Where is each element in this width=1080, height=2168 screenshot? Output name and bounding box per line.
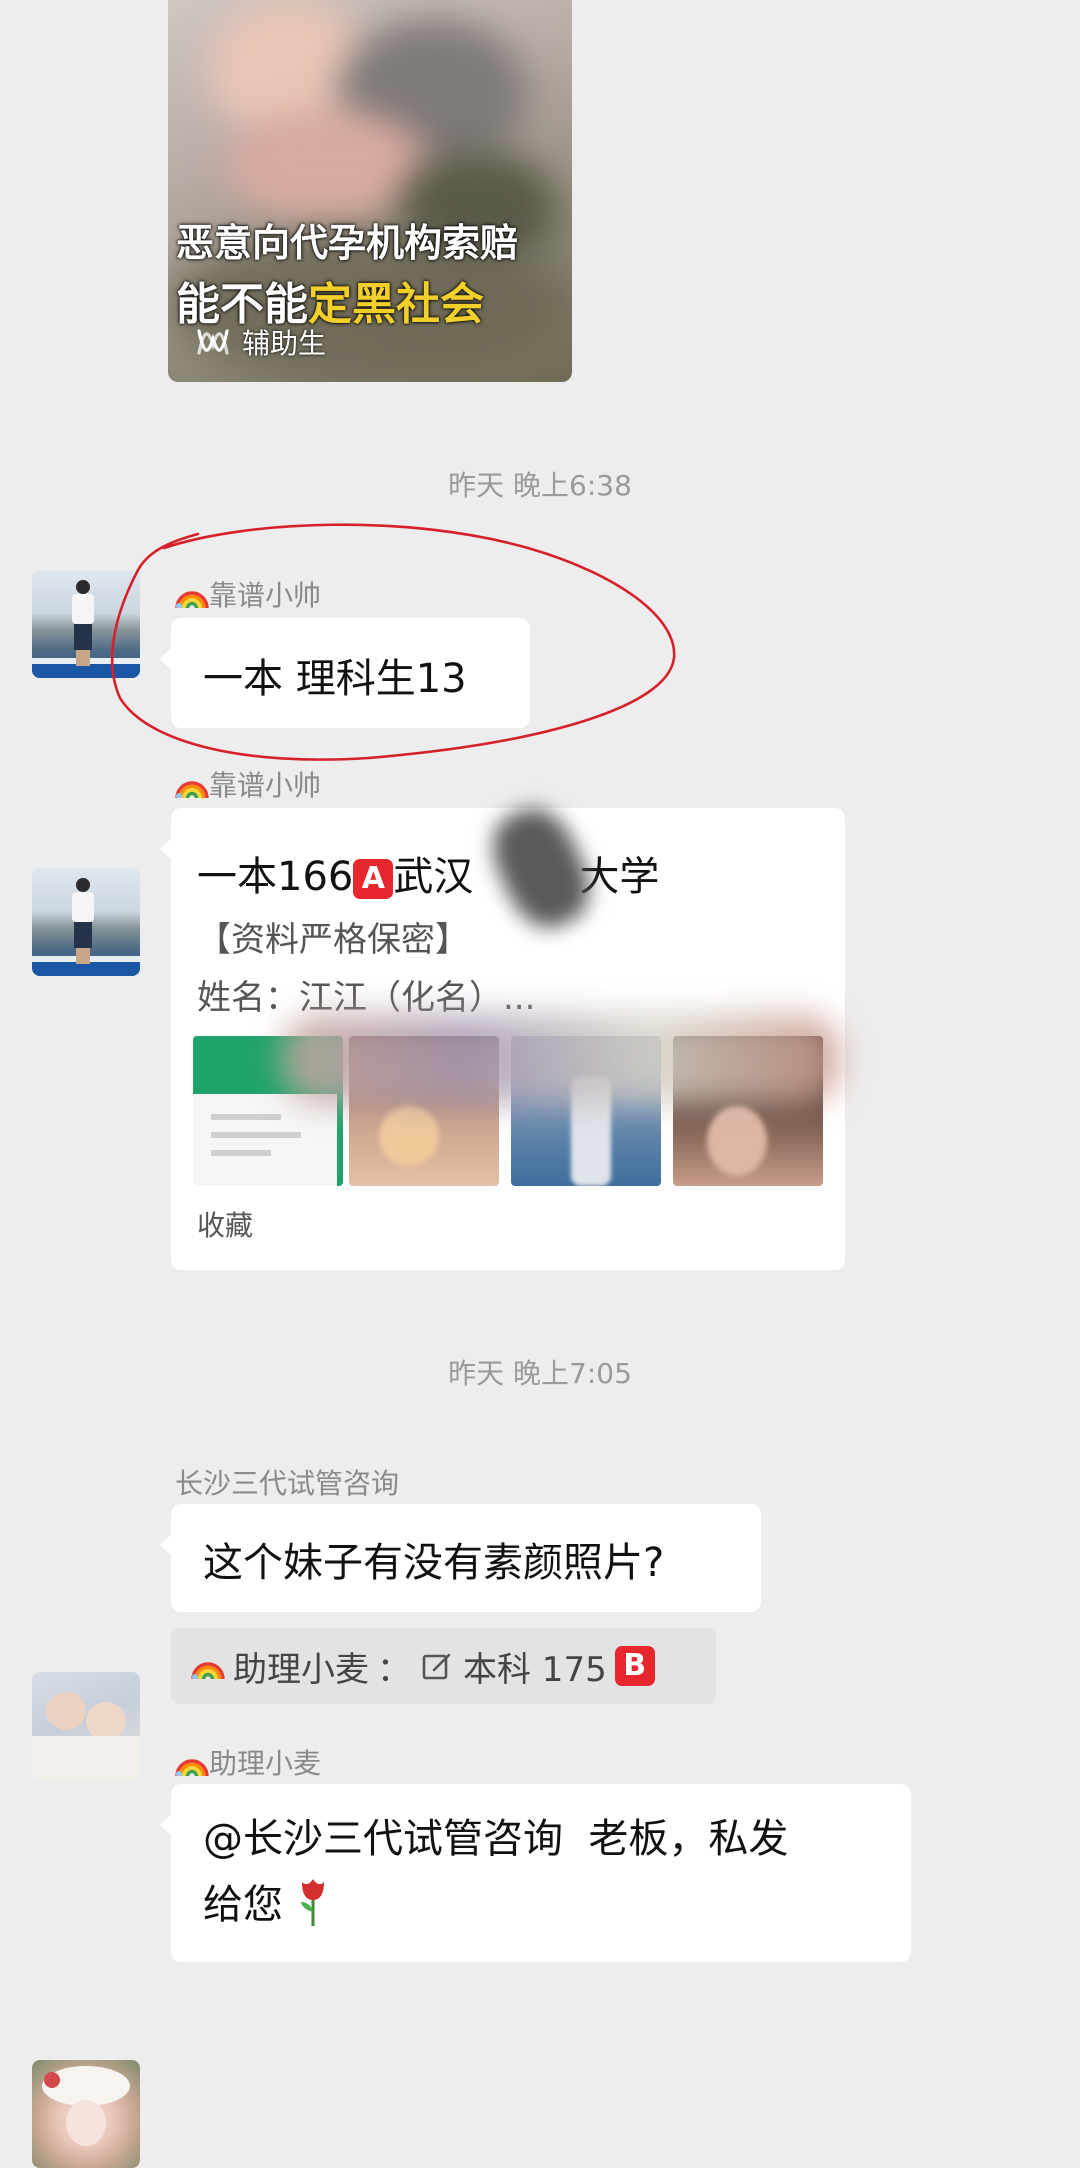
card-name-line: 姓名：江江（化名）...	[197, 978, 536, 1018]
avatar[interactable]	[32, 2060, 140, 2168]
card-note: 【资料严格保密】	[197, 920, 469, 960]
timestamp: 昨天 晚上6:38	[448, 469, 632, 502]
avatar-face	[46, 1692, 86, 1730]
avatar-flower	[44, 2072, 60, 2088]
rainbow-icon	[175, 781, 209, 798]
sender-name: 助理小麦	[175, 1742, 321, 1782]
sender-name-label: 助理小麦	[209, 1747, 322, 1780]
timestamp: 昨天 晚上7:05	[448, 1357, 632, 1390]
rose-icon	[300, 1879, 324, 1926]
video-caption-line1: 恶意向代孕机构索赔	[176, 221, 519, 265]
message-text-line2-label: 给您	[203, 1882, 283, 1928]
message-text: 这个妹子有没有素颜照片?	[203, 1540, 665, 1586]
card-title-suffix: 大学	[579, 854, 660, 900]
a-badge-icon: A	[353, 859, 394, 899]
message-text-line2: 给您	[203, 1872, 879, 1938]
message-bubble[interactable]: 这个妹子有没有素颜照片?	[160, 1504, 761, 1612]
sender-name: 长沙三代试管咨询	[175, 1467, 400, 1500]
rainbow-icon	[191, 1662, 225, 1679]
avatar-deck	[32, 664, 140, 678]
sender-name-label: 靠谱小帅	[209, 579, 322, 612]
avatar-face	[86, 1702, 126, 1740]
message-bubble[interactable]: 一本 理科生13	[160, 618, 530, 728]
rainbow-icon	[175, 591, 209, 608]
card-favorite-label: 收藏	[197, 1209, 254, 1242]
quoted-message[interactable]: 助理小麦： 本科 175 B	[171, 1628, 716, 1704]
avatar[interactable]	[32, 868, 140, 976]
quote-sender: 助理小麦	[233, 1649, 369, 1690]
card-title: 一本166 A 武汉 大学	[197, 844, 659, 902]
blurred-region	[281, 1014, 841, 1104]
edit-icon	[422, 1653, 451, 1680]
quote-colon: ：	[377, 1649, 411, 1690]
avatar-blanket	[32, 1736, 140, 1780]
b-badge-icon: B	[614, 1646, 655, 1686]
avatar-person	[70, 878, 94, 964]
card-title-mid: 武汉	[393, 854, 474, 900]
avatar[interactable]	[32, 1672, 140, 1780]
card-title-prefix: 一本166	[197, 854, 354, 900]
forwarded-video-card[interactable]: 恶意向代孕机构索赔 能不能定黑社会 辅助生	[168, 0, 572, 382]
avatar-person	[70, 580, 94, 666]
video-source: 辅助生	[196, 322, 326, 362]
message-text: 一本 理科生13	[203, 656, 467, 702]
channels-icon	[197, 329, 229, 355]
message-text-line1: @长沙三代试管咨询 老板，私发	[203, 1816, 789, 1862]
video-caption-yellow: 定黑社会	[308, 279, 484, 330]
sender-name: 靠谱小帅	[175, 764, 321, 804]
sender-name-label: 靠谱小帅	[209, 769, 322, 802]
sender-name: 靠谱小帅	[175, 574, 321, 614]
avatar-face	[66, 2100, 106, 2146]
message-bubble[interactable]: @长沙三代试管咨询 老板，私发 给您	[160, 1784, 911, 1962]
video-source-label: 辅助生	[242, 327, 327, 360]
blurred-region	[479, 796, 603, 940]
favorite-card-bubble[interactable]: 一本166 A 武汉 大学 【资料严格保密】 姓名：江江（化名）... 收藏	[160, 796, 845, 1270]
quote-text: 本科 175	[463, 1649, 607, 1690]
rainbow-icon	[175, 1759, 209, 1776]
avatar[interactable]	[32, 570, 140, 678]
avatar-deck	[32, 962, 140, 976]
